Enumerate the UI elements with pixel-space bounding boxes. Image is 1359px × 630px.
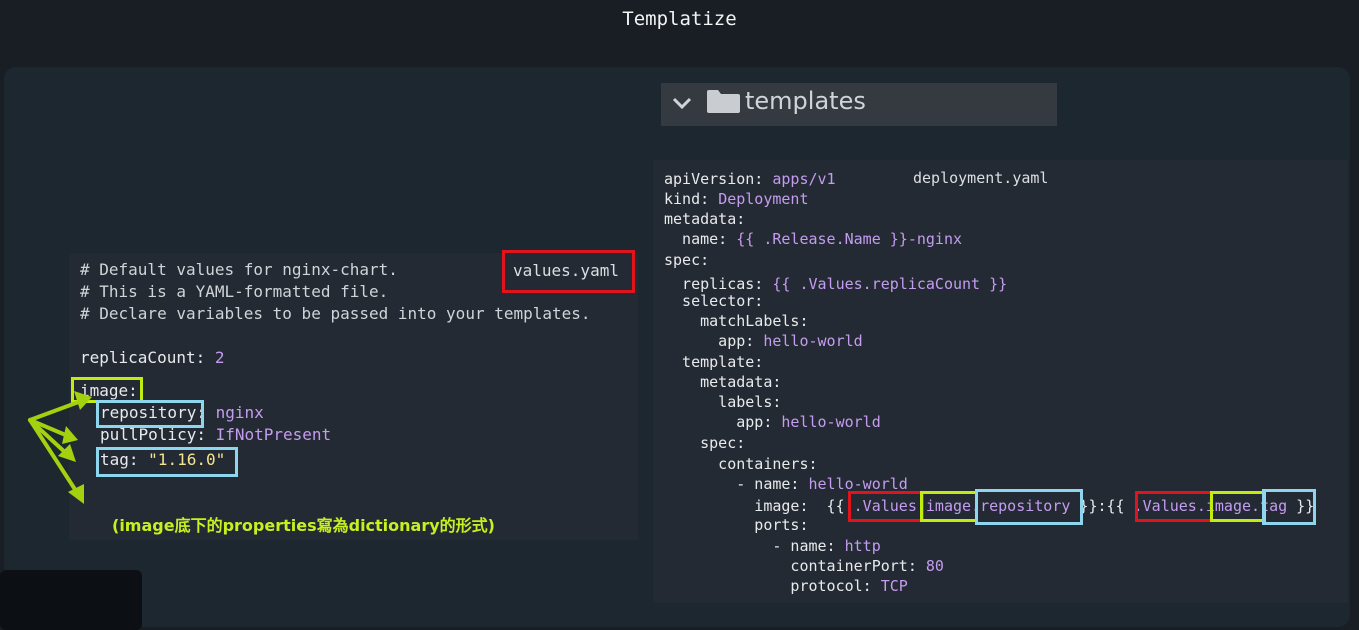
code-key: - name: bbox=[664, 475, 809, 493]
code-key: protocol: bbox=[664, 577, 881, 595]
code-value: hello-world bbox=[763, 332, 863, 350]
code-key: apiVersion: bbox=[664, 170, 773, 188]
code-key: kind: bbox=[664, 190, 719, 208]
values-ref: .Values bbox=[853, 497, 917, 515]
code-value: Deployment bbox=[718, 190, 809, 208]
code-line: template: bbox=[664, 352, 763, 372]
code-value: apps/v1 bbox=[772, 170, 836, 188]
code-value: TCP bbox=[880, 577, 908, 595]
code-line: metadata: bbox=[664, 209, 745, 229]
code-key: spec: bbox=[664, 434, 746, 452]
code-line: kind: Deployment bbox=[664, 189, 809, 209]
code-key: image: {{ bbox=[664, 497, 854, 515]
code-line: metadata: bbox=[664, 372, 781, 392]
code-key: matchLabels: bbox=[664, 312, 809, 330]
code-line: containers: bbox=[664, 454, 818, 474]
image-ref: .image bbox=[916, 497, 972, 515]
code-line: spec: bbox=[664, 433, 745, 453]
code-key: metadata: bbox=[664, 210, 746, 228]
code-line: app: hello-world bbox=[664, 331, 863, 351]
deployment-filename-label: deployment.yaml bbox=[913, 169, 1049, 187]
code-punct: }} bbox=[1287, 497, 1315, 515]
code-value: hello-world bbox=[781, 413, 881, 431]
code-line: protocol: TCP bbox=[664, 576, 908, 596]
annotation-note: (image底下的properties寫為dictionary的形式) bbox=[112, 516, 495, 535]
code-value: {{ .Release.Name }}-nginx bbox=[736, 230, 963, 248]
code-line: spec: bbox=[664, 250, 709, 270]
tag-ref: .tag bbox=[1251, 497, 1288, 515]
values-ref: .Values bbox=[1133, 497, 1197, 515]
image-ref: .image bbox=[1196, 497, 1252, 515]
code-line: selector: bbox=[664, 291, 763, 311]
code-key: app: bbox=[664, 413, 782, 431]
code-key: metadata: bbox=[664, 373, 782, 391]
deployment-yaml-code: apiVersion: apps/v1 kind: Deployment met… bbox=[653, 160, 1348, 603]
code-line: ports: bbox=[664, 515, 809, 535]
image-code-line: image: {{ .Values.image.repository }}:{{… bbox=[664, 496, 1314, 516]
code-line: apiVersion: apps/v1 bbox=[664, 169, 836, 189]
repository-ref: .repository bbox=[971, 497, 1071, 515]
code-key: ports: bbox=[664, 516, 809, 534]
code-key: name: bbox=[664, 230, 737, 248]
code-key: labels: bbox=[664, 393, 782, 411]
code-line: containerPort: 80 bbox=[664, 556, 944, 576]
code-key: template: bbox=[664, 353, 764, 371]
code-value: http bbox=[844, 537, 881, 555]
code-line: - name: http bbox=[664, 536, 881, 556]
code-line: - name: hello-world bbox=[664, 474, 908, 494]
code-key: app: bbox=[664, 332, 764, 350]
code-line: name: {{ .Release.Name }}-nginx bbox=[664, 229, 962, 249]
code-value: 80 bbox=[925, 557, 944, 575]
code-value: {{ .Values.replicaCount }} bbox=[772, 275, 1008, 293]
code-key: spec: bbox=[664, 251, 710, 269]
code-line: labels: bbox=[664, 392, 781, 412]
code-key: containerPort: bbox=[664, 557, 926, 575]
code-value: hello-world bbox=[808, 475, 908, 493]
code-line: app: hello-world bbox=[664, 412, 881, 432]
code-punct: }}:{{ bbox=[1070, 497, 1134, 515]
code-key: - name: bbox=[664, 537, 845, 555]
code-line: matchLabels: bbox=[664, 311, 809, 331]
code-key: containers: bbox=[664, 455, 818, 473]
code-key: selector: bbox=[664, 292, 764, 310]
thumbnail-preview[interactable] bbox=[0, 570, 142, 630]
